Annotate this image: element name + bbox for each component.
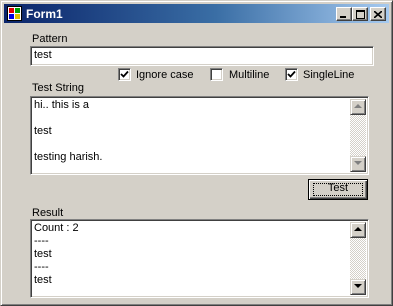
checkmark-icon <box>287 70 296 78</box>
arrow-down-icon <box>354 284 362 288</box>
scroll-down-button[interactable] <box>350 156 366 172</box>
arrow-up-icon <box>354 104 362 108</box>
form1-window: Form1 Pattern test Ignore case Multiline… <box>0 0 393 306</box>
minimize-icon <box>340 15 346 18</box>
text-line: test <box>34 125 52 137</box>
scroll-up-button[interactable] <box>350 99 366 115</box>
result-line: ---- <box>34 235 49 247</box>
maximize-icon <box>355 9 365 19</box>
test-string-textarea[interactable]: hi.. this is a test testing harish. <box>30 96 369 175</box>
text-line: hi.. this is a <box>34 99 90 111</box>
arrow-up-icon <box>354 227 362 231</box>
pattern-value: test <box>34 49 52 61</box>
text-line <box>34 138 365 151</box>
result-line: test <box>34 274 52 286</box>
close-icon <box>374 10 382 18</box>
text-line <box>34 112 365 125</box>
result-label: Result <box>32 207 64 219</box>
window-title: Form1 <box>26 7 63 21</box>
app-icon <box>7 6 22 21</box>
result-line: Count : 2 <box>34 222 79 234</box>
scroll-down-button[interactable] <box>350 279 366 295</box>
multiline-checkbox[interactable] <box>210 68 223 81</box>
ignore-case-checkbox[interactable] <box>118 68 131 81</box>
scroll-up-button[interactable] <box>350 222 366 238</box>
pattern-input[interactable]: test <box>30 46 374 66</box>
result-line: test <box>34 248 52 260</box>
minimize-button[interactable] <box>336 7 352 21</box>
singleline-checkbox[interactable] <box>285 68 298 81</box>
arrow-down-icon <box>354 161 362 165</box>
test-string-scrollbar[interactable] <box>350 99 366 172</box>
multiline-label[interactable]: Multiline <box>229 69 269 81</box>
close-button[interactable] <box>370 7 386 21</box>
ignore-case-label[interactable]: Ignore case <box>136 69 193 81</box>
checkmark-icon <box>120 70 129 78</box>
pattern-label: Pattern <box>32 33 68 45</box>
text-line: testing harish. <box>34 151 103 163</box>
result-textarea[interactable]: Count : 2 ---- test ---- test <box>30 219 369 298</box>
test-string-label: Test String <box>32 82 84 94</box>
test-button[interactable]: Test <box>308 179 368 200</box>
result-scrollbar[interactable] <box>350 222 366 295</box>
focus-rect <box>313 183 363 196</box>
singleline-label[interactable]: SingleLine <box>303 69 354 81</box>
title-bar[interactable]: Form1 <box>4 4 389 23</box>
maximize-button[interactable] <box>352 7 368 21</box>
result-line: ---- <box>34 261 49 273</box>
